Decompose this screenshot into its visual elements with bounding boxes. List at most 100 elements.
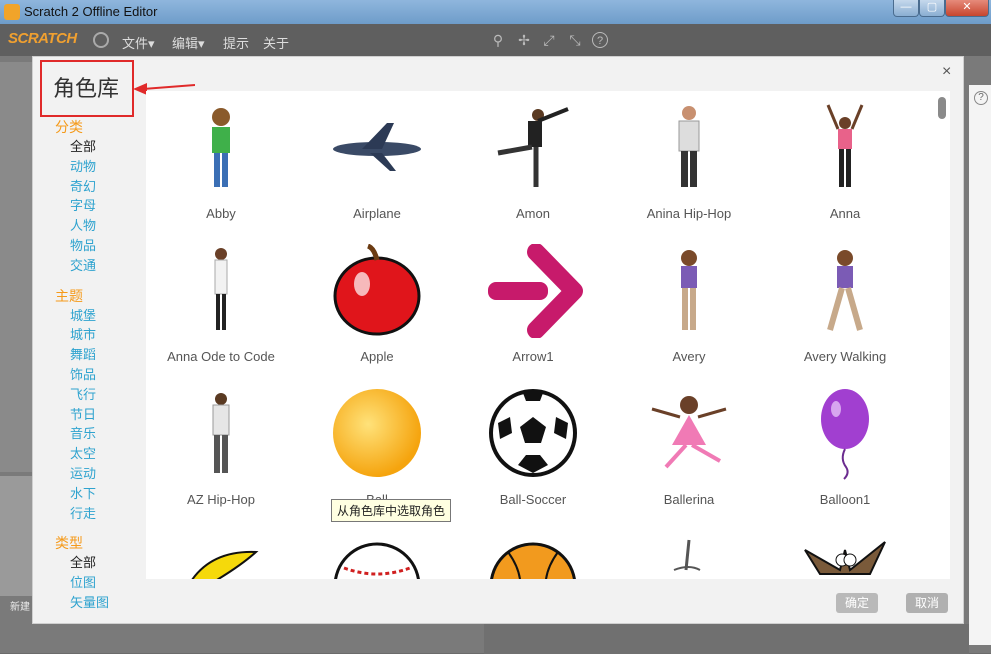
sprite-tile-bananas[interactable] [146, 520, 296, 579]
sprite-name: Ballerina [663, 492, 715, 507]
soccer-ball-sprite-icon [489, 389, 577, 477]
type-item[interactable]: 矢量图 [55, 593, 145, 613]
category-sidebar: 分类 全部 动物 奇幻 字母 人物 物品 交通 主题 城堡 城市 舞蹈 饰品 飞… [55, 117, 145, 613]
bat-sprite-icon [673, 539, 701, 571]
window-close-button[interactable]: ✕ [945, 0, 989, 17]
sprite-name: Airplane [353, 206, 401, 221]
sprite-tile-anina-hip-hop[interactable]: Anina Hip-Hop [614, 91, 764, 231]
theme-item[interactable]: 城市 [55, 325, 145, 345]
sprite-tile-az-hip-hop[interactable]: AZ Hip-Hop [146, 377, 296, 517]
menu-about[interactable]: 关于 [263, 33, 289, 52]
anina-sprite-icon [678, 106, 700, 187]
theme-item[interactable]: 行走 [55, 504, 145, 524]
globe-icon[interactable] [93, 32, 109, 48]
sprite-tile-balloon1[interactable]: Balloon1 [770, 377, 920, 517]
help-icon[interactable]: ? [592, 32, 608, 48]
balloon-sprite-icon [821, 389, 869, 480]
category-item[interactable]: 奇幻 [55, 177, 145, 197]
category-item[interactable]: 字母 [55, 196, 145, 216]
menu-file[interactable]: 文件▾ [122, 33, 155, 52]
sprite-tile-airplane[interactable]: Airplane [302, 91, 452, 231]
sprite-tile-anna[interactable]: Anna [770, 91, 920, 231]
sprite-tile-bat2[interactable] [770, 520, 920, 579]
bananas-sprite-icon [191, 550, 259, 579]
sprite-name: Avery [672, 349, 706, 364]
menu-bar: SCRATCH 文件▾ 编辑▾ 提示 关于 ⚲ ✢ ⤢ ⤡ ? [0, 24, 991, 56]
sprite-tile-anna-ode-to-code[interactable]: Anna Ode to Code [146, 234, 296, 374]
help-icon[interactable]: ? [974, 91, 988, 105]
sprite-name: Ball-Soccer [499, 492, 567, 507]
type-item[interactable]: 全部 [55, 553, 145, 573]
menu-edit[interactable]: 编辑▾ [172, 33, 205, 52]
sprite-tile-avery[interactable]: Avery [614, 234, 764, 374]
theme-item[interactable]: 城堡 [55, 306, 145, 326]
sprite-tile-abby[interactable]: Abby [146, 91, 296, 231]
dialog-close-icon[interactable]: × [942, 63, 951, 81]
new-sprite-label: 新建 [10, 602, 30, 613]
minimize-button[interactable]: — [893, 0, 919, 17]
scrollbar-thumb[interactable] [938, 97, 946, 119]
theme-item[interactable]: 舞蹈 [55, 345, 145, 365]
apple-sprite-icon [333, 244, 421, 336]
shrink-icon[interactable]: ⤡ [567, 32, 583, 48]
theme-item[interactable]: 节日 [55, 405, 145, 425]
sprite-name: Anina Hip-Hop [646, 206, 732, 221]
sprite-tile-arrow1[interactable]: Arrow1 [458, 234, 608, 374]
amon-sprite-icon [497, 107, 569, 187]
arrow-sprite-icon [488, 244, 583, 338]
category-item[interactable]: 人物 [55, 216, 145, 236]
menu-tips[interactable]: 提示 [223, 33, 249, 52]
sprite-tile-basketball[interactable] [458, 520, 608, 579]
theme-item[interactable]: 飞行 [55, 385, 145, 405]
scratch-cat-icon [4, 4, 20, 20]
theme-item[interactable]: 太空 [55, 444, 145, 464]
anna-sprite-icon [826, 104, 864, 187]
avery-sprite-icon [681, 250, 697, 330]
abby-sprite-icon [212, 108, 230, 187]
stamp-icon[interactable]: ⚲ [490, 32, 506, 48]
category-item[interactable]: 动物 [55, 157, 145, 177]
type-item[interactable]: 位图 [55, 573, 145, 593]
dialog-title: 角色库 [53, 76, 120, 101]
sprite-library-dialog: × 角色库 分类 全部 动物 奇幻 字母 人物 物品 交通 主题 城堡 城市 舞… [32, 56, 964, 624]
anna-ode-sprite-icon [214, 248, 228, 330]
category-item[interactable]: 交通 [55, 256, 145, 276]
scratch-logo[interactable]: SCRATCH [8, 30, 77, 50]
sprite-tile-baseball[interactable] [302, 520, 452, 579]
sprite-name: Balloon1 [819, 492, 871, 507]
ok-button[interactable]: 确定 [836, 593, 878, 613]
scripts-area [484, 624, 969, 654]
theme-item[interactable]: 运动 [55, 464, 145, 484]
avery-walking-sprite-icon [827, 250, 863, 331]
theme-item[interactable]: 音乐 [55, 424, 145, 444]
sprite-name: Avery Walking [803, 349, 887, 364]
window-title: Scratch 2 Offline Editor [24, 4, 158, 19]
cancel-button[interactable]: 取消 [906, 593, 948, 613]
sprite-name: Amon [516, 206, 550, 221]
maximize-button[interactable]: ▢ [919, 0, 945, 17]
sprite-tile-ball-soccer[interactable]: Ball-Soccer [458, 377, 608, 517]
theme-heading: 主题 [55, 287, 83, 304]
sprite-name: AZ Hip-Hop [187, 492, 255, 507]
theme-item[interactable]: 水下 [55, 484, 145, 504]
sprite-name: Arrow1 [512, 349, 554, 364]
grid-scrollbar[interactable] [938, 97, 946, 579]
sprite-tile-avery-walking[interactable]: Avery Walking [770, 234, 920, 374]
sprite-tile-ball[interactable]: Ball [302, 377, 452, 517]
sprite-panel [0, 476, 32, 596]
theme-item[interactable]: 饰品 [55, 365, 145, 385]
sprite-tile-ballerina[interactable]: Ballerina [614, 377, 764, 517]
cut-icon[interactable]: ✢ [516, 32, 532, 48]
stage-panel [0, 62, 32, 472]
sprite-tile-bat[interactable] [614, 520, 764, 579]
sprite-grid: Abby Airplane Amon Anina Hip-Hop Anna An… [146, 91, 950, 579]
sprite-name: Abby [206, 206, 236, 221]
az-hip-hop-sprite-icon [212, 393, 230, 473]
sprite-tile-amon[interactable]: Amon [458, 91, 608, 231]
ball-sprite-icon [333, 389, 421, 477]
grow-icon[interactable]: ⤢ [541, 32, 557, 48]
sprite-tile-apple[interactable]: Apple [302, 234, 452, 374]
category-item[interactable]: 物品 [55, 236, 145, 256]
category-item[interactable]: 全部 [55, 137, 145, 157]
sprite-name: Apple [360, 349, 394, 364]
